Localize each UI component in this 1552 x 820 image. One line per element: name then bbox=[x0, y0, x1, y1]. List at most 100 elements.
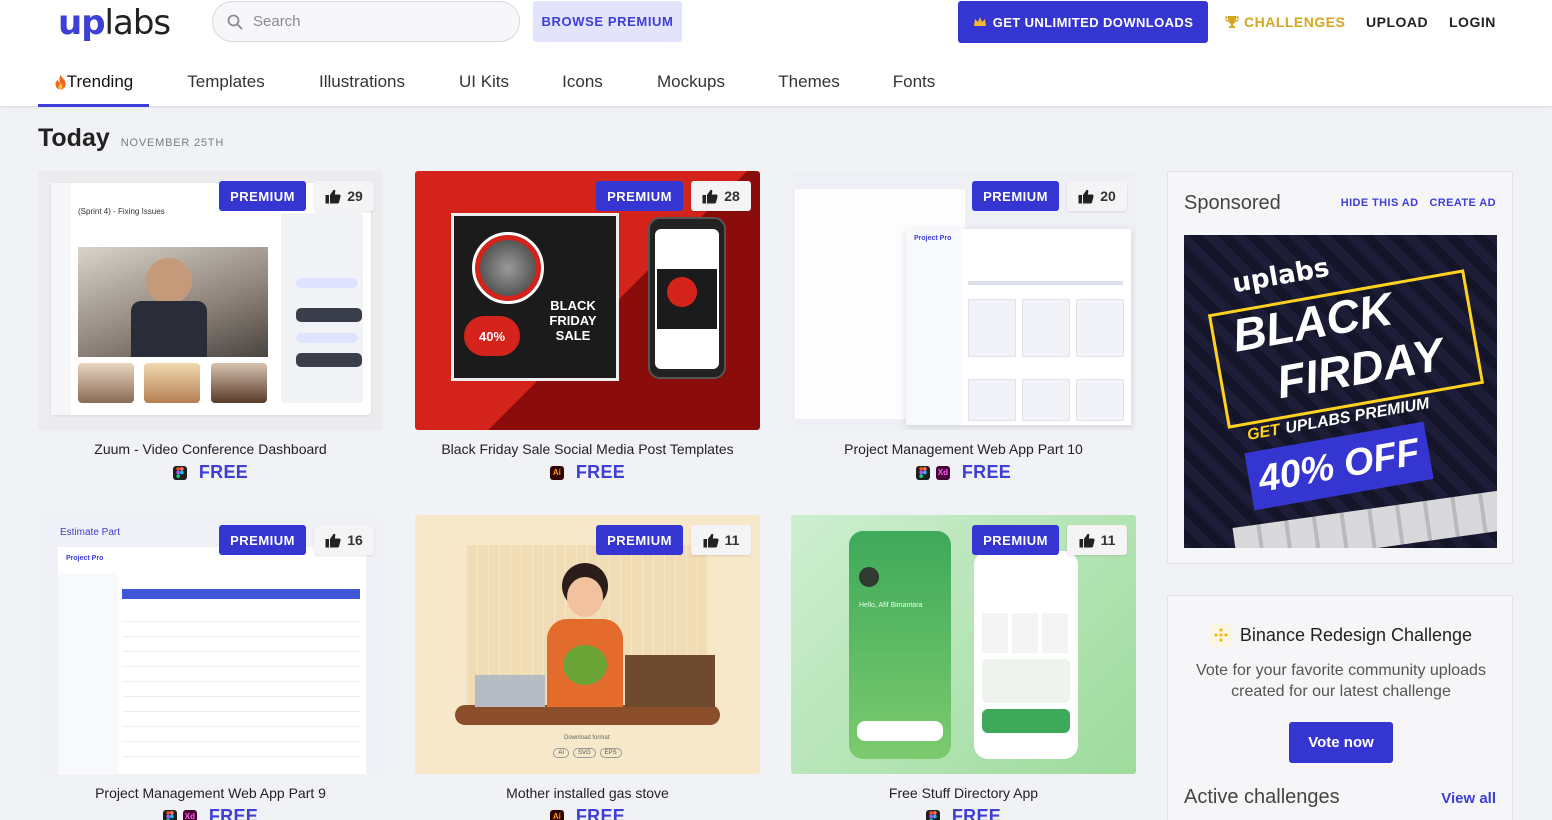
thumbnail-phone: Hello, Afif Bimantara bbox=[849, 531, 951, 759]
tab-mockups[interactable]: Mockups bbox=[618, 57, 764, 107]
like-count: 20 bbox=[1100, 188, 1116, 204]
price-label: FREE bbox=[951, 806, 1002, 820]
hide-ad-link[interactable]: HIDE THIS AD bbox=[1341, 197, 1419, 209]
like-button[interactable]: 29 bbox=[314, 181, 374, 211]
section-title: Today bbox=[38, 124, 110, 152]
like-button[interactable]: 16 bbox=[314, 525, 374, 555]
premium-badge: PREMIUM bbox=[596, 181, 683, 211]
thumbnail-formats: AI SVG EPS bbox=[415, 748, 760, 758]
sponsored-panel: Sponsored HIDE THIS AD CREATE AD uplabs … bbox=[1167, 171, 1513, 564]
illustrator-icon: Ai bbox=[549, 465, 564, 480]
tab-themes[interactable]: Themes bbox=[764, 57, 854, 107]
like-button[interactable]: 11 bbox=[1067, 525, 1127, 555]
card-meta: FREE bbox=[38, 462, 383, 483]
thumbnail-post-square: BLACK FRIDAY SALE 40% bbox=[451, 213, 619, 381]
get-unlimited-downloads-button[interactable]: GET UNLIMITED DOWNLOADS bbox=[958, 1, 1208, 43]
tab-templates[interactable]: Templates bbox=[149, 57, 303, 107]
like-count: 11 bbox=[724, 532, 740, 548]
premium-badge: PREMIUM bbox=[219, 525, 306, 555]
tab-trending[interactable]: Trending bbox=[38, 57, 149, 107]
format-tag: SVG bbox=[572, 748, 596, 758]
thumbs-up-icon bbox=[325, 533, 341, 547]
top-header: uplabs BROWSE PREMIUM GET UNLIMITED DOWN… bbox=[0, 0, 1552, 107]
thumbs-up-icon bbox=[702, 189, 718, 203]
card-meta: Xd FREE bbox=[38, 806, 383, 820]
format-tag: AI bbox=[553, 748, 569, 758]
card-meta: Ai FREE bbox=[415, 462, 760, 483]
tab-icons[interactable]: Icons bbox=[547, 57, 618, 107]
login-link[interactable]: LOGIN bbox=[1449, 14, 1496, 30]
card-meta: FREE bbox=[791, 806, 1136, 820]
crown-icon bbox=[973, 17, 986, 26]
search-input[interactable] bbox=[253, 13, 493, 30]
vote-now-button[interactable]: Vote now bbox=[1289, 722, 1393, 763]
card-title[interactable]: Free Stuff Directory App bbox=[791, 785, 1136, 801]
search-box[interactable] bbox=[212, 1, 520, 42]
tab-trending-label: Trending bbox=[66, 72, 134, 91]
price-label: FREE bbox=[575, 806, 626, 820]
browse-premium-button[interactable]: BROWSE PREMIUM bbox=[533, 1, 682, 42]
challenge-description: Vote for your favorite community uploads… bbox=[1196, 662, 1486, 700]
like-button[interactable]: 28 bbox=[691, 181, 751, 211]
logo-labs-text: labs bbox=[104, 3, 172, 43]
card-title[interactable]: Project Management Web App Part 10 bbox=[791, 441, 1136, 457]
xd-icon: Xd bbox=[935, 465, 950, 480]
create-ad-link[interactable]: CREATE AD bbox=[1429, 197, 1496, 209]
card-title[interactable]: Black Friday Sale Social Media Post Temp… bbox=[415, 441, 760, 457]
challenges-link[interactable]: CHALLENGES bbox=[1225, 14, 1345, 30]
thumbnail-phone bbox=[648, 217, 726, 379]
thumbs-up-icon bbox=[703, 533, 719, 547]
challenge-title-text: Binance Redesign Challenge bbox=[1239, 624, 1473, 645]
thumbnail-text: Project Pro bbox=[914, 235, 952, 242]
active-challenges-title: Active challenges bbox=[1184, 786, 1340, 808]
view-all-link[interactable]: View all bbox=[1441, 790, 1496, 807]
uplabs-logo[interactable]: up labs bbox=[58, 3, 172, 43]
unlimited-label: GET UNLIMITED DOWNLOADS bbox=[992, 14, 1194, 30]
figma-icon bbox=[162, 809, 177, 820]
figma-icon bbox=[925, 809, 940, 820]
price-label: FREE bbox=[198, 462, 249, 482]
card-meta: Ai FREE bbox=[415, 806, 760, 820]
challenges-label: CHALLENGES bbox=[1244, 14, 1346, 30]
price-label: FREE bbox=[961, 462, 1012, 482]
tab-ui-kits[interactable]: UI Kits bbox=[421, 57, 547, 107]
premium-badge: PREMIUM bbox=[596, 525, 683, 555]
sponsored-links: HIDE THIS AD CREATE AD bbox=[1341, 197, 1496, 209]
thumbnail-text: (Sprint 4) - Fixing Issues bbox=[78, 207, 165, 216]
thumbs-up-icon bbox=[325, 189, 341, 203]
like-button[interactable]: 20 bbox=[1067, 181, 1127, 211]
tab-illustrations[interactable]: Illustrations bbox=[303, 57, 421, 107]
card-title[interactable]: Mother installed gas stove bbox=[415, 785, 760, 801]
like-count: 29 bbox=[347, 188, 363, 204]
thumbs-up-icon bbox=[1078, 189, 1094, 203]
card-title[interactable]: Zuum - Video Conference Dashboard bbox=[38, 441, 383, 457]
figma-icon bbox=[172, 465, 187, 480]
thumbs-up-icon bbox=[1079, 533, 1095, 547]
category-tabs: Trending Templates Illustrations UI Kits… bbox=[38, 57, 974, 107]
thumbnail-app-window: Project Pro bbox=[58, 547, 366, 774]
section-date: NOVEMBER 25TH bbox=[120, 137, 225, 149]
like-count: 16 bbox=[347, 532, 363, 548]
sponsored-title: Sponsored bbox=[1184, 192, 1281, 214]
challenge-panel: Binance Redesign Challenge Vote for your… bbox=[1167, 595, 1513, 820]
ad-banner[interactable]: uplabs BLACK FIRDAY GET UPLABS PREMIUM 4… bbox=[1184, 235, 1497, 548]
binance-icon bbox=[1209, 624, 1232, 646]
card-meta: Xd FREE bbox=[791, 462, 1136, 483]
thumbnail-sale-text: BLACK FRIDAY SALE bbox=[549, 298, 597, 343]
thumbnail-app-window: Project Pro bbox=[906, 229, 1131, 425]
tab-fonts[interactable]: Fonts bbox=[854, 57, 974, 107]
section-header: Today NOVEMBER 25TH bbox=[38, 124, 224, 153]
upload-link[interactable]: UPLOAD bbox=[1366, 14, 1428, 30]
format-tag: EPS bbox=[599, 748, 622, 758]
premium-badge: PREMIUM bbox=[972, 525, 1059, 555]
challenge-title[interactable]: Binance Redesign Challenge bbox=[1168, 624, 1514, 646]
price-label: FREE bbox=[575, 462, 626, 482]
card-title[interactable]: Project Management Web App Part 9 bbox=[38, 785, 383, 801]
like-count: 11 bbox=[1100, 532, 1116, 548]
search-icon bbox=[227, 14, 243, 29]
thumbnail-text: Hello, Afif Bimantara bbox=[859, 602, 923, 609]
thumbnail-subtext: Project Pro bbox=[66, 555, 104, 562]
premium-badge: PREMIUM bbox=[219, 181, 306, 211]
thumbnail-text: Download format: bbox=[563, 735, 612, 741]
like-button[interactable]: 11 bbox=[691, 525, 751, 555]
